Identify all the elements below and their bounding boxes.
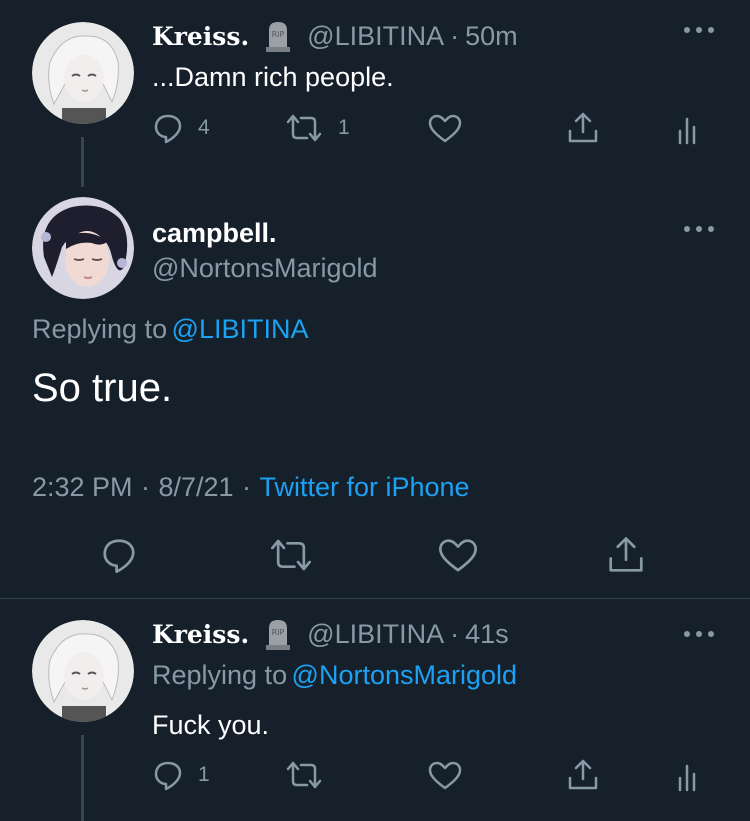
- analytics-button[interactable]: [677, 760, 699, 792]
- retweet-icon: [270, 536, 312, 574]
- tweet2-text: So true.: [32, 366, 173, 410]
- avatar-kreiss[interactable]: [32, 22, 134, 124]
- tweet-meta: 2:32 PM · 8/7/21 · Twitter for iPhone: [32, 472, 470, 503]
- analytics-icon: [677, 760, 699, 792]
- share-button[interactable]: [566, 111, 600, 145]
- retweet-button[interactable]: [286, 759, 322, 791]
- analytics-button[interactable]: [677, 113, 699, 145]
- retweet-button[interactable]: [270, 536, 312, 574]
- tweet1-header: Kreiss. RIP @LIBITINA · 50m: [152, 20, 518, 52]
- retweet-button[interactable]: 1: [286, 112, 350, 144]
- tweet-date[interactable]: 8/7/21: [158, 472, 233, 502]
- tweet1-text: ...Damn rich people.: [152, 62, 394, 92]
- like-button[interactable]: [428, 761, 462, 791]
- dot-separator: ·: [450, 20, 460, 51]
- handle[interactable]: @NortonsMarigold: [152, 253, 378, 284]
- share-button[interactable]: [566, 758, 600, 792]
- retweet-icon: [286, 112, 322, 144]
- more-icon[interactable]: [683, 25, 715, 35]
- thread-line: [81, 137, 84, 187]
- reply-button[interactable]: 4: [152, 112, 210, 144]
- like-button[interactable]: [428, 114, 462, 144]
- replying-to-link[interactable]: @LIBITINA: [172, 314, 309, 344]
- like-icon: [428, 114, 462, 144]
- thread-line: [81, 735, 84, 821]
- timestamp[interactable]: 50m: [465, 21, 518, 52]
- reply-icon: [100, 536, 138, 574]
- timestamp[interactable]: 41s: [465, 619, 509, 650]
- handle[interactable]: @LIBITINA: [307, 619, 444, 650]
- tweet-source[interactable]: Twitter for iPhone: [259, 472, 469, 502]
- handle[interactable]: @LIBITINA: [307, 21, 444, 52]
- tweet-time[interactable]: 2:32 PM: [32, 472, 133, 502]
- replying-to: Replying to @NortonsMarigold: [152, 660, 517, 691]
- tombstone-emoji-icon: RIP: [263, 618, 293, 650]
- dot-separator: ·: [450, 618, 460, 649]
- svg-text:RIP: RIP: [272, 628, 285, 637]
- reply-icon: [152, 759, 184, 791]
- replying-to-link[interactable]: @NortonsMarigold: [292, 660, 518, 690]
- tweet3-text: Fuck you.: [152, 710, 270, 740]
- like-icon: [428, 761, 462, 791]
- dot-separator: ·: [141, 472, 151, 502]
- display-name[interactable]: campbell.: [152, 218, 277, 249]
- like-icon: [438, 538, 478, 574]
- retweet-count: 1: [338, 116, 350, 139]
- share-icon: [606, 535, 646, 575]
- more-icon[interactable]: [683, 629, 715, 639]
- reply-button[interactable]: 1: [152, 759, 210, 791]
- avatar-campbell[interactable]: [32, 197, 134, 299]
- reply-count: 4: [198, 116, 210, 139]
- svg-text:RIP: RIP: [272, 30, 285, 39]
- tweet3-header: Kreiss. RIP @LIBITINA · 41s: [152, 618, 509, 650]
- reply-button[interactable]: [100, 536, 138, 574]
- share-button[interactable]: [606, 535, 646, 575]
- retweet-icon: [286, 759, 322, 791]
- like-button[interactable]: [438, 538, 478, 574]
- more-icon[interactable]: [683, 224, 715, 234]
- share-icon: [566, 758, 600, 792]
- reply-count: 1: [198, 763, 210, 786]
- analytics-icon: [677, 113, 699, 145]
- dot-separator: ·: [242, 472, 251, 502]
- display-name[interactable]: Kreiss.: [152, 22, 249, 51]
- tombstone-emoji-icon: RIP: [263, 20, 293, 52]
- replying-prefix: Replying to: [32, 314, 168, 344]
- replying-prefix: Replying to: [152, 660, 288, 690]
- reply-icon: [152, 112, 184, 144]
- divider: [0, 598, 750, 599]
- display-name[interactable]: Kreiss.: [152, 620, 249, 649]
- replying-to: Replying to @LIBITINA: [32, 314, 309, 345]
- share-icon: [566, 111, 600, 145]
- avatar-kreiss[interactable]: [32, 620, 134, 722]
